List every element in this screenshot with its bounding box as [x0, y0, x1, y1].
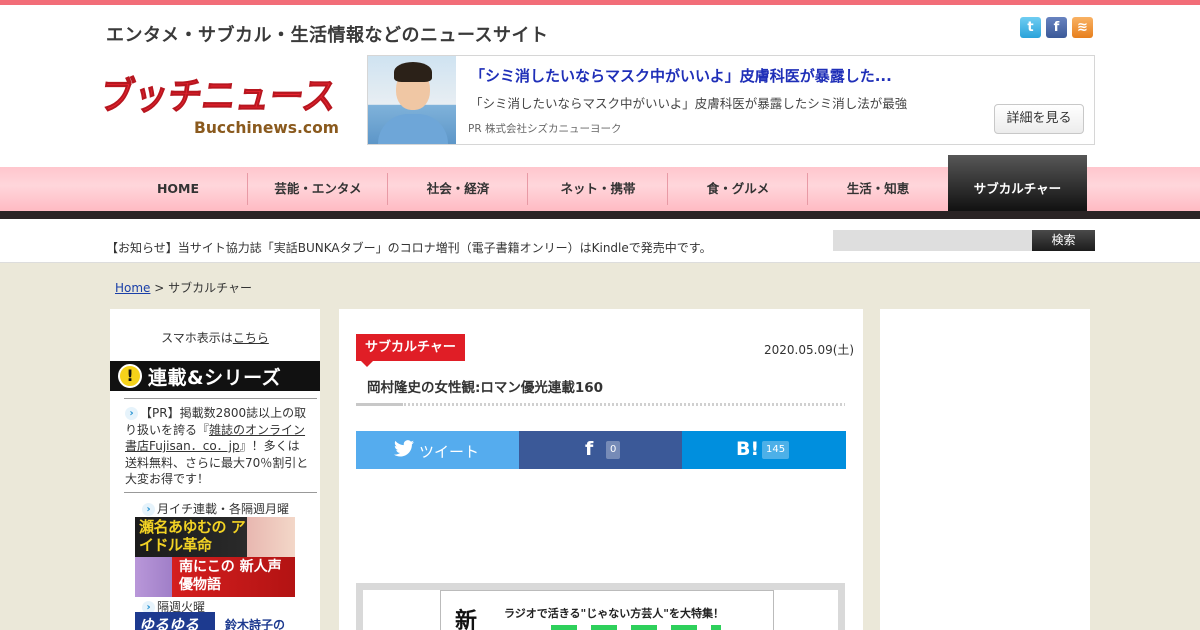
breadcrumb-home-link[interactable]: Home	[115, 281, 150, 295]
site-notice: 【お知らせ】当サイト協力誌「実話BUNKAタブー」のコロナ増刊（電子書籍オンリー…	[106, 241, 712, 255]
series-schedule-monthly: › 月イチ連載・各隔週月曜	[142, 500, 289, 517]
site-header: エンタメ・サブカル・生活情報などのニュースサイト t f ≋ ブッチニュース B…	[0, 5, 1200, 167]
twitter-bird-icon	[394, 440, 414, 457]
nav-life-tips[interactable]: 生活・知恵	[808, 167, 948, 211]
search-button[interactable]: 検索	[1032, 230, 1095, 251]
promo-headline: ラジオで活きる"じゃない方芸人"を大特集！	[504, 607, 725, 620]
logo-domain: Bucchinews.com	[194, 118, 339, 137]
tweet-label: ツイート	[419, 443, 480, 461]
promo-box[interactable]: 新 ラジオで活きる"じゃない方芸人"を大特集！	[356, 583, 845, 630]
site-logo[interactable]: ブッチニュース Bucchinews.com	[104, 55, 344, 139]
arrow-right-icon: ›	[142, 503, 155, 516]
banner-idol-revolution[interactable]: 瀬名あゆむの アイドル革命	[135, 517, 295, 557]
facebook-icon[interactable]: f	[1046, 17, 1067, 38]
ad-description: 「シミ消したいならマスク中がいいよ」皮膚科医が暴露したシミ消し法が最強	[470, 96, 908, 111]
nav-food-gourmet[interactable]: 食・グルメ	[668, 167, 808, 211]
arrow-right-icon: ›	[125, 407, 138, 420]
rss-icon[interactable]: ≋	[1072, 17, 1093, 38]
search-input[interactable]	[833, 230, 1033, 251]
breadcrumb-separator: >	[150, 281, 169, 295]
pr-block: › 【PR】掲載数2800誌以上の取り扱いを誇る『雑誌のオンライン書店Fujisa…	[125, 406, 309, 486]
banner-voice-actor-story[interactable]: 南にこの 新人声優物語	[135, 557, 295, 597]
nav-net-mobile[interactable]: ネット・携帯	[528, 167, 668, 211]
site-tagline: エンタメ・サブカル・生活情報などのニュースサイト	[106, 25, 549, 46]
ad-source: PR 株式会社シズカニューヨーク	[468, 123, 622, 135]
nav-bottom-strip	[0, 211, 1200, 219]
article-main: サブカルチャー 2020.05.09(土) 岡村隆史の女性観:ロマン優光連載16…	[339, 309, 863, 630]
tweet-button[interactable]: ツイート	[356, 431, 519, 469]
breadcrumb-current: サブカルチャー	[168, 281, 253, 295]
facebook-share-count: 0	[606, 441, 621, 459]
divider	[124, 398, 317, 399]
logo-wordmark: ブッチニュース	[104, 74, 339, 119]
banner-yuruyuru[interactable]: ゆるゆる 鈴木詩子の	[135, 612, 295, 630]
hatena-bookmark-button[interactable]: B! 145	[682, 431, 846, 469]
facebook-f-icon: f	[585, 438, 594, 460]
post-date: 2020.05.09(土)	[764, 343, 855, 357]
left-sidebar: スマホ表示はこちら ! 連載&シリーズ › 【PR】掲載数2800誌以上の取り扱い…	[110, 309, 320, 630]
promo-card: 新 ラジオで活きる"じゃない方芸人"を大特集！	[440, 590, 774, 630]
category-badge[interactable]: サブカルチャー	[356, 334, 465, 361]
nav-subculture[interactable]: サブカルチャー	[948, 155, 1087, 211]
hatena-bookmark-icon: B!	[736, 438, 760, 460]
hatena-bookmark-count: 145	[762, 441, 790, 459]
divider	[124, 492, 317, 493]
facebook-share-button[interactable]: f 0	[519, 431, 682, 469]
smartphone-view-text: スマホ表示はこちら	[161, 331, 269, 345]
nav-society-economy[interactable]: 社会・経済	[388, 167, 528, 211]
nav-entertainment[interactable]: 芸能・エンタメ	[248, 167, 388, 211]
ad-banner[interactable]: 「シミ消したいならマスク中がいいよ」皮膚科医が暴露した... 「シミ消したいなら…	[367, 55, 1095, 145]
breadcrumb: Home > サブカルチャー	[115, 279, 252, 296]
exclamation-icon: !	[118, 364, 142, 388]
ad-title[interactable]: 「シミ消したいならマスク中がいいよ」皮膚科医が暴露した...	[470, 65, 892, 86]
ad-details-button[interactable]: 詳細を見る	[994, 104, 1084, 134]
article-title: 岡村隆史の女性観:ロマン優光連載160	[367, 380, 604, 396]
nav-home[interactable]: HOME	[108, 167, 248, 211]
ad-doctor-photo	[368, 56, 456, 144]
promo-big-char: 新	[455, 609, 478, 630]
series-banner[interactable]: ! 連載&シリーズ	[110, 361, 320, 391]
right-sidebar	[880, 309, 1090, 630]
smartphone-view-link[interactable]: こちら	[233, 331, 269, 345]
notice-bar: 【お知らせ】当サイト協力誌「実話BUNKAタブー」のコロナ増刊（電子書籍オンリー…	[0, 219, 1200, 263]
title-underline	[356, 403, 845, 406]
twitter-icon[interactable]: t	[1020, 17, 1041, 38]
main-nav: HOME 芸能・エンタメ 社会・経済 ネット・携帯 食・グルメ 生活・知恵 サブ…	[0, 155, 1200, 213]
series-title: 連載&シリーズ	[148, 367, 282, 389]
